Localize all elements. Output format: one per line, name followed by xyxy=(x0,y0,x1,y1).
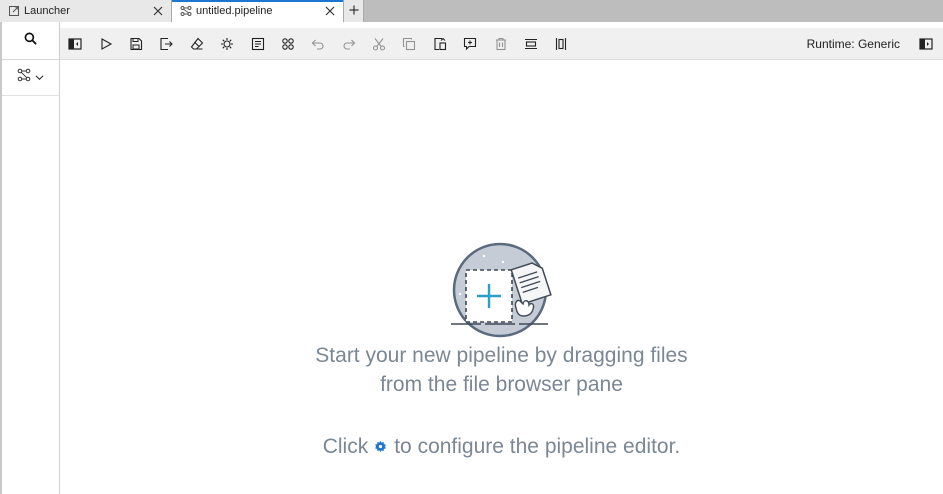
launch-icon xyxy=(8,5,20,17)
undo-icon xyxy=(312,39,324,50)
empty-canvas-message-line1: Start your new pipeline by dragging file… xyxy=(315,344,688,367)
toggle-properties-panel-button[interactable] xyxy=(911,28,941,60)
pipeline-icon xyxy=(180,5,192,17)
trash-icon xyxy=(495,37,506,50)
paste-button[interactable] xyxy=(425,28,455,60)
pipeline-toolbar: Runtime: Generic xyxy=(60,28,943,60)
tab-launcher[interactable]: Launcher xyxy=(0,0,172,22)
undo-button[interactable] xyxy=(303,28,333,60)
add-comment-button[interactable] xyxy=(455,28,485,60)
open-runtime-images-button[interactable] xyxy=(242,28,272,60)
open-component-catalogs-button[interactable] xyxy=(273,28,303,60)
add-comment-icon xyxy=(464,37,477,50)
arrange-vertically-button[interactable] xyxy=(546,28,576,60)
run-pipeline-button[interactable] xyxy=(90,28,120,60)
clear-pipeline-button[interactable] xyxy=(182,28,212,60)
open-runtimes-button[interactable] xyxy=(212,28,242,60)
close-icon[interactable] xyxy=(151,4,165,18)
toggle-palette-button[interactable] xyxy=(60,28,90,60)
copy-button[interactable] xyxy=(394,28,424,60)
eraser-icon xyxy=(190,37,204,50)
empty-canvas-message-line2: from the file browser pane xyxy=(380,373,623,396)
tab-untitled-pipeline[interactable]: untitled.pipeline xyxy=(172,0,344,22)
panel-right-icon xyxy=(919,38,933,50)
close-icon[interactable] xyxy=(323,4,337,18)
drag-files-illustration xyxy=(451,242,552,338)
search-button[interactable] xyxy=(2,22,59,60)
palette-dropdown[interactable] xyxy=(2,60,59,96)
panel-left-icon xyxy=(68,37,82,50)
arrange-vertical-icon xyxy=(556,37,567,50)
runtimes-icon xyxy=(221,37,234,50)
play-icon xyxy=(101,37,112,50)
plus-icon xyxy=(349,2,359,20)
cut-icon xyxy=(373,37,386,51)
search-icon xyxy=(24,32,37,50)
arrange-horizontal-icon xyxy=(525,38,538,49)
tab-bar: Launcher untitled.pipeline xyxy=(0,0,943,22)
runtime-label: Runtime: Generic xyxy=(806,37,900,51)
tab-label: untitled.pipeline xyxy=(196,5,273,17)
redo-button[interactable] xyxy=(334,28,364,60)
save-icon xyxy=(130,37,143,50)
gear-icon[interactable] xyxy=(374,440,388,454)
left-sidebar xyxy=(0,22,60,494)
cut-button[interactable] xyxy=(364,28,394,60)
copy-icon xyxy=(403,37,416,50)
tab-label: Launcher xyxy=(24,5,70,17)
redo-icon xyxy=(343,39,355,50)
runtime-images-icon xyxy=(251,37,264,50)
pipeline-icon xyxy=(17,68,31,87)
arrange-horizontally-button[interactable] xyxy=(516,28,546,60)
export-pipeline-button[interactable] xyxy=(151,28,181,60)
export-icon xyxy=(160,37,174,50)
paste-icon xyxy=(434,37,446,50)
configure-text-before: Click xyxy=(322,435,369,458)
chevron-down-icon xyxy=(35,69,44,87)
new-tab-button[interactable] xyxy=(344,0,364,22)
pipeline-canvas[interactable]: Start your new pipeline by dragging file… xyxy=(60,60,943,494)
component-catalogs-icon xyxy=(282,37,294,50)
save-pipeline-button[interactable] xyxy=(121,28,151,60)
configure-editor-message: Click to configure the pipeline editor. xyxy=(60,435,943,459)
configure-text-after: to configure the pipeline editor. xyxy=(394,435,681,458)
delete-button[interactable] xyxy=(485,28,515,60)
